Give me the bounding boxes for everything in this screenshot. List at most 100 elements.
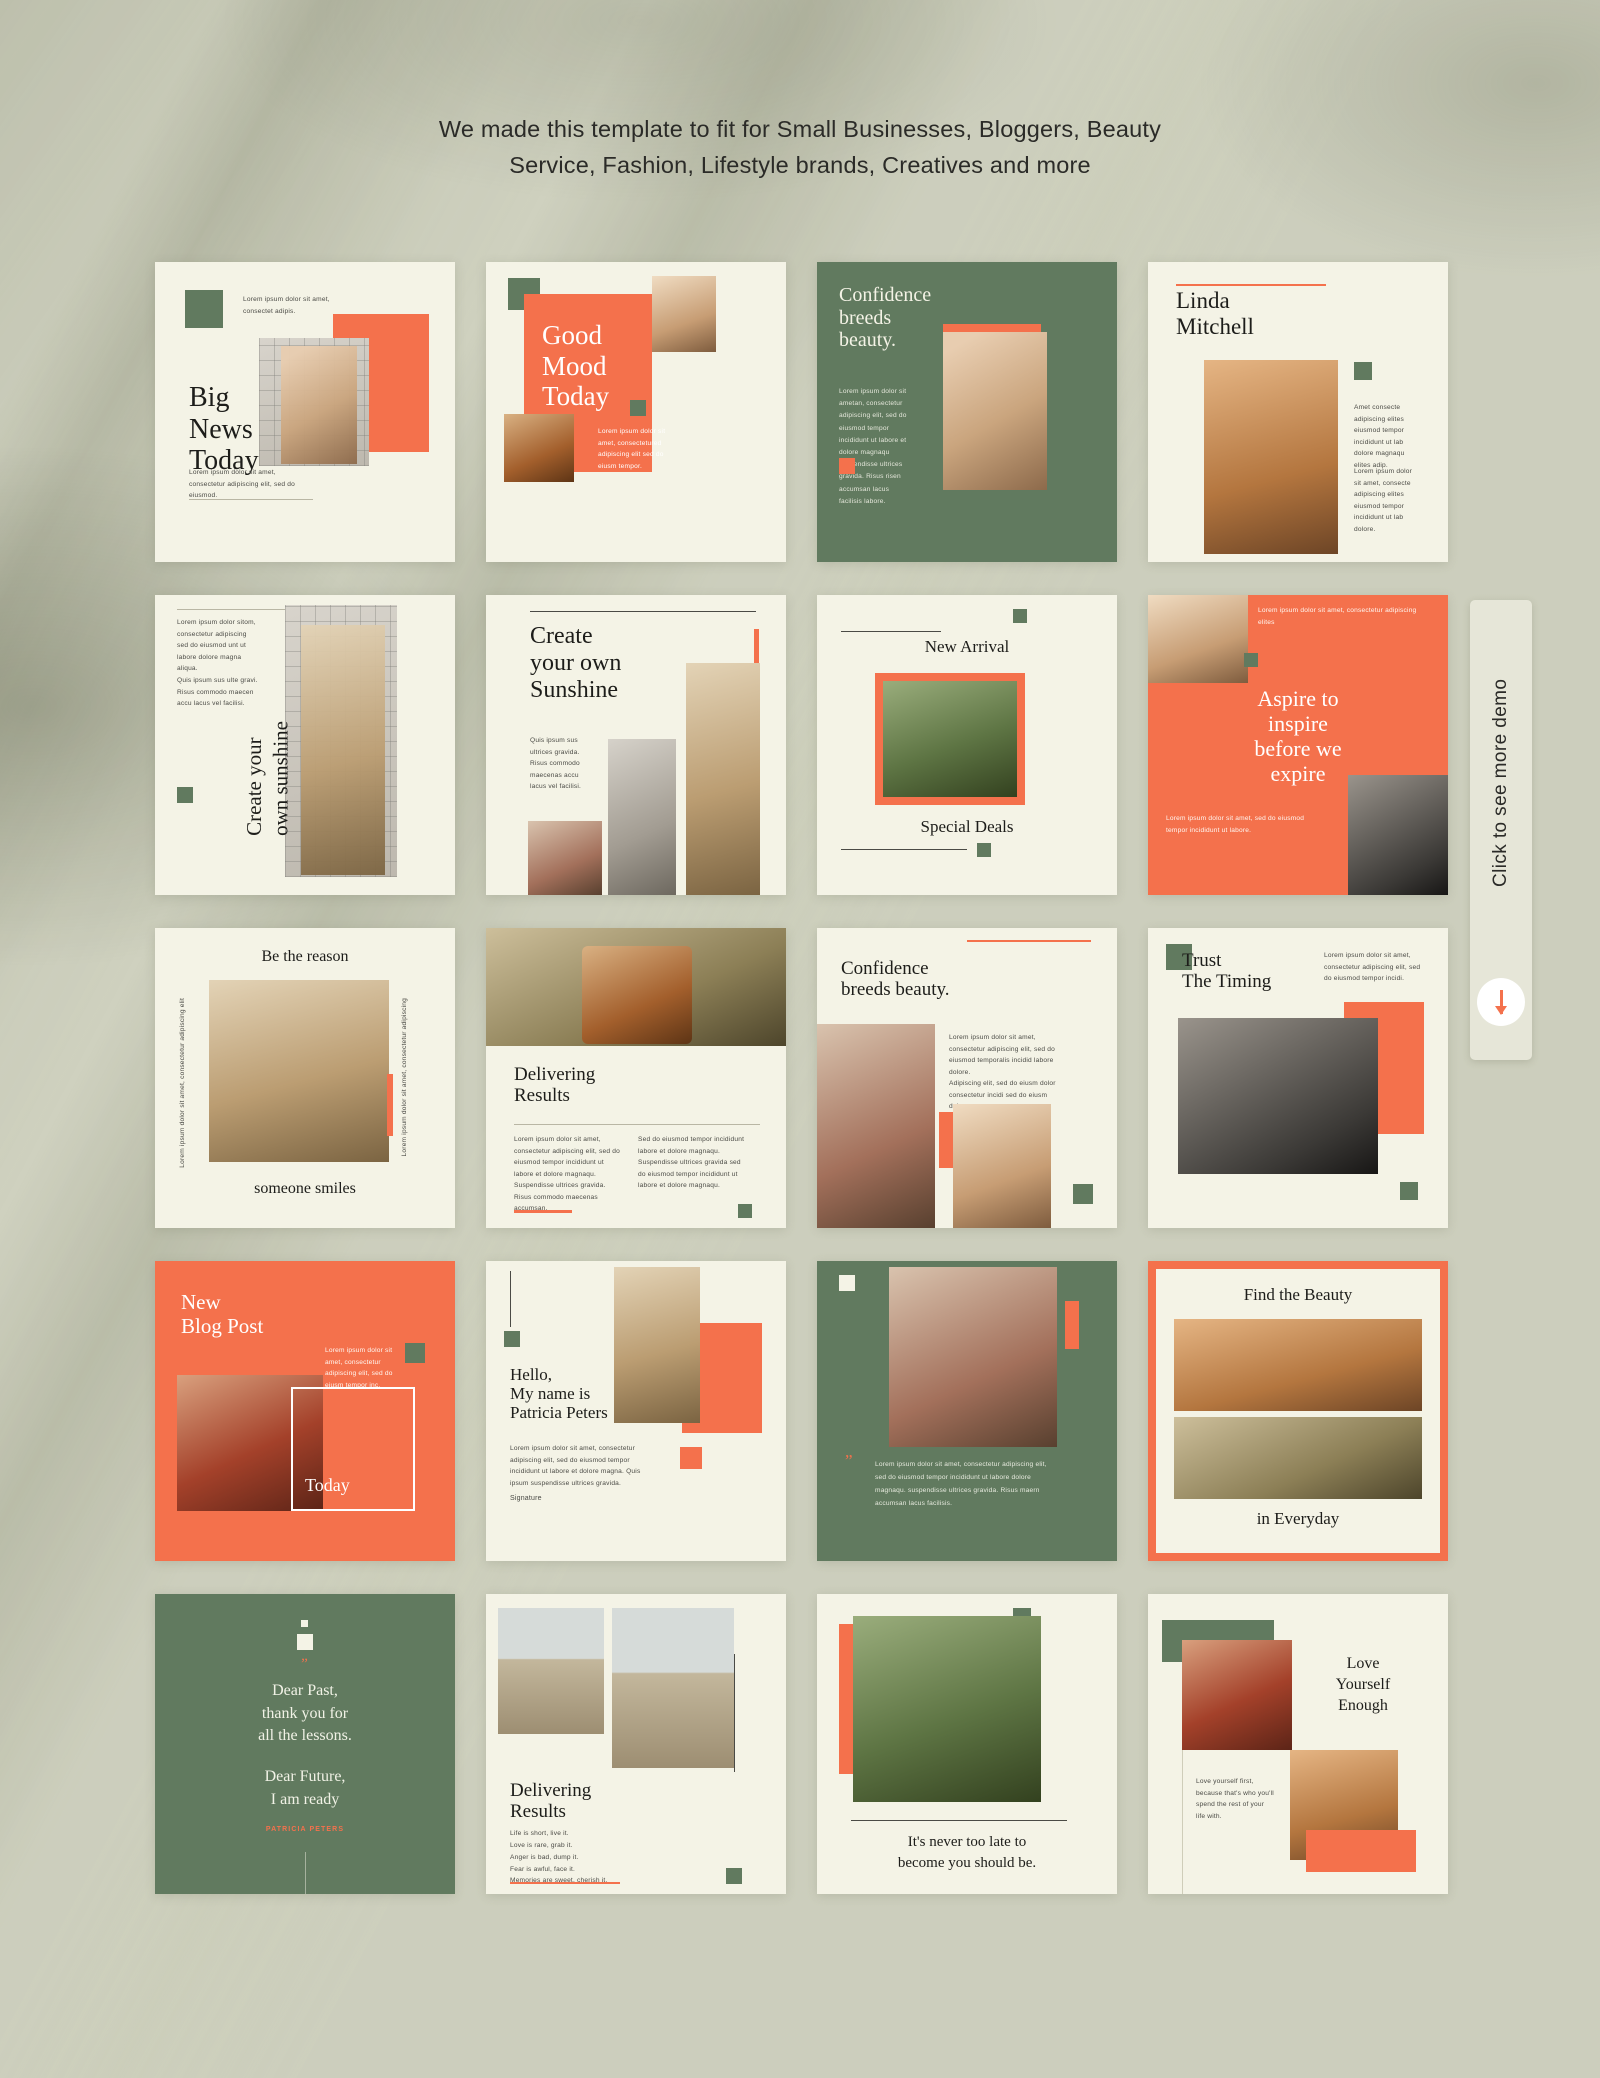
demo-tab-arrow-button[interactable] (1477, 978, 1525, 1026)
card-new-arrival[interactable]: New Arrival Special Deals (817, 595, 1117, 895)
card-top-note: Lorem ipsum dolor sit amet, consectetur … (1258, 607, 1417, 626)
card-body-1: Lorem ipsum dolor sit amet, consectetur … (949, 1034, 1055, 1076)
photo-path-forest (853, 1616, 1041, 1802)
footer-line-1: It's never too late to (907, 1834, 1027, 1850)
card-body-1: Amet consecte adipiscing elites eiusmod … (1354, 404, 1405, 469)
card-footer: in Everyday (1256, 1509, 1340, 1528)
photo-man-desert (498, 1608, 604, 1734)
quote-line-1: Dear Past, (272, 1682, 338, 1699)
divider-top (177, 609, 295, 610)
card-body-1: Lorem ipsum dolor sitom, consectetur adi… (177, 619, 256, 673)
divider-top (530, 611, 756, 612)
card-body-1: Lorem ipsum dolor sit amet, consectetur … (514, 1136, 620, 1213)
green-square-accent (177, 787, 193, 803)
photo-beauty-1 (1174, 1319, 1422, 1411)
photo-linda (1204, 360, 1338, 554)
quote-line-3: all the lessons. (258, 1727, 352, 1745)
card-body-2: Sed do eiusmod tempor incididunt labore … (638, 1136, 745, 1190)
card-title: Delivering Results (510, 1780, 592, 1823)
footer-line-2: become you should be. (897, 1854, 1037, 1871)
photo-subject (281, 346, 357, 464)
card-dear-past-quote[interactable]: ” Dear Past, thank you for all the lesso… (155, 1594, 455, 1894)
photo-woman-right (686, 663, 760, 895)
card-footer: It's never too late to become you should… (817, 1832, 1117, 1873)
green-square-accent (1013, 609, 1027, 623)
card-body-2: Quis ipsum sus ulte gravi. Risus commodo… (177, 677, 258, 708)
photo-patricia (614, 1267, 700, 1423)
orange-square-small (839, 458, 855, 474)
card-body: Quis ipsum sus ultrices gravida. Risus c… (530, 737, 582, 791)
card-title: Create your own Sunshine (530, 623, 622, 704)
card-body-2: Lorem ipsum dolor sit amet, consecte adi… (1354, 468, 1413, 533)
green-square-accent (1073, 1184, 1093, 1204)
quote-line-2: thank you for (261, 1704, 349, 1722)
card-quote-green-photo[interactable]: ” Lorem ipsum dolor sit amet, consectetu… (817, 1261, 1117, 1561)
quote-mark-icon: ” (301, 1656, 309, 1672)
orange-rule (1176, 284, 1326, 286)
orange-rule (967, 940, 1091, 942)
photo-woman-desert (612, 1608, 734, 1768)
card-note: Lorem ipsum dolor sit amet, consectetur … (1324, 952, 1421, 983)
card-hello-patricia-peters[interactable]: Hello, My name is Patricia Peters Lorem … (486, 1261, 786, 1561)
card-body: Love yourself first, because that's who … (1196, 1778, 1274, 1820)
card-linda-mitchell[interactable]: Linda Mitchell Amet consecte adipiscing … (1148, 262, 1448, 562)
green-square-accent (738, 1204, 752, 1218)
photo-new-arrival (883, 681, 1017, 797)
green-square-accent (405, 1343, 425, 1363)
cream-square-accent (839, 1275, 855, 1291)
card-good-mood-today[interactable]: Good Mood Today Lorem ipsum dolor sit am… (486, 262, 786, 562)
card-delivering-results-bag[interactable]: Delivering Results Lorem ipsum dolor sit… (486, 928, 786, 1228)
vertical-rule (734, 1654, 735, 1772)
card-title: Aspire to inspire before we expire (1254, 686, 1342, 786)
card-title: Big News Today (189, 382, 259, 477)
card-delivering-results-desert[interactable]: Delivering Results Life is short, live i… (486, 1594, 786, 1894)
page-headline: We made this template to fit for Small B… (0, 112, 1600, 183)
card-aspire-to-inspire[interactable]: Lorem ipsum dolor sit amet, consectetur … (1148, 595, 1448, 895)
card-create-your-own-sunshine[interactable]: Create your own Sunshine Quis ipsum sus … (486, 595, 786, 895)
photo-woman-portrait (652, 276, 716, 352)
card-title: Love Yourself Enough (1335, 1655, 1391, 1714)
card-top-note: Lorem ipsum dolor sit amet, consectet ad… (243, 296, 330, 315)
cream-square-tiny (301, 1620, 308, 1627)
card-body: Lorem ipsum dolor sit ametan, consectetu… (839, 388, 907, 505)
card-confidence-breeds-beauty-cream[interactable]: Confidence breeds beauty. Lorem ipsum do… (817, 928, 1117, 1228)
green-square-accent (504, 1331, 520, 1347)
card-note: Lorem ipsum dolor sit amet, consectetur … (325, 1347, 393, 1389)
card-title: Delivering Results (514, 1064, 596, 1107)
green-square-accent (1354, 362, 1372, 380)
card-love-yourself-enough[interactable]: Love Yourself Enough Love yourself first… (1148, 1594, 1448, 1894)
card-big-news-today[interactable]: Lorem ipsum dolor sit amet, consectet ad… (155, 262, 455, 562)
card-title: Confidence breeds beauty. (839, 284, 932, 352)
card-title: Linda Mitchell (1176, 288, 1254, 339)
card-title: New Arrival (924, 637, 1010, 656)
divider (851, 1820, 1067, 1821)
orange-block (1306, 1830, 1416, 1872)
card-find-the-beauty[interactable]: Find the Beauty in Everyday (1148, 1261, 1448, 1561)
card-create-your-own-sunshine-vertical[interactable]: Lorem ipsum dolor sitom, consectetur adi… (155, 595, 455, 895)
card-trust-the-timing[interactable]: Trust The Timing Lorem ipsum dolor sit a… (1148, 928, 1448, 1228)
vertical-rule (305, 1852, 306, 1894)
card-body: Lorem ipsum dolor sit amet, consectetur … (510, 1445, 641, 1487)
card-bottom-note: Lorem ipsum dolor sit amet, sed do eiusm… (1166, 815, 1305, 834)
card-title: Create your own sunshine (242, 721, 293, 836)
divider (514, 1124, 760, 1125)
photo-woman-flowers (817, 1024, 935, 1228)
card-never-too-late[interactable]: It's never too late to become you should… (817, 1594, 1117, 1894)
orange-rule (514, 1210, 572, 1213)
quote-block: Dear Past, thank you for all the lessons… (155, 1680, 455, 1812)
card-confidence-breeds-beauty-green[interactable]: Confidence breeds beauty. Lorem ipsum do… (817, 262, 1117, 562)
card-new-blog-post[interactable]: New Blog Post Lorem ipsum dolor sit amet… (155, 1261, 455, 1561)
cream-square-small (297, 1634, 313, 1650)
see-more-demo-tab[interactable]: Click to see more demo (1470, 600, 1532, 1060)
photo-subject (301, 625, 385, 875)
orange-bar (1065, 1301, 1079, 1349)
card-be-the-reason[interactable]: Be the reason Lorem ipsum dolor sit amet… (155, 928, 455, 1228)
green-square-accent (726, 1868, 742, 1884)
vertical-rule (510, 1271, 511, 1327)
photo-woman-back (943, 332, 1047, 490)
photo-woman-flowers (889, 1267, 1057, 1447)
green-square-accent-2 (1400, 1182, 1418, 1200)
photo-woman-suit (1348, 775, 1448, 895)
divider-bottom (841, 849, 967, 850)
green-square-accent (1244, 653, 1258, 667)
